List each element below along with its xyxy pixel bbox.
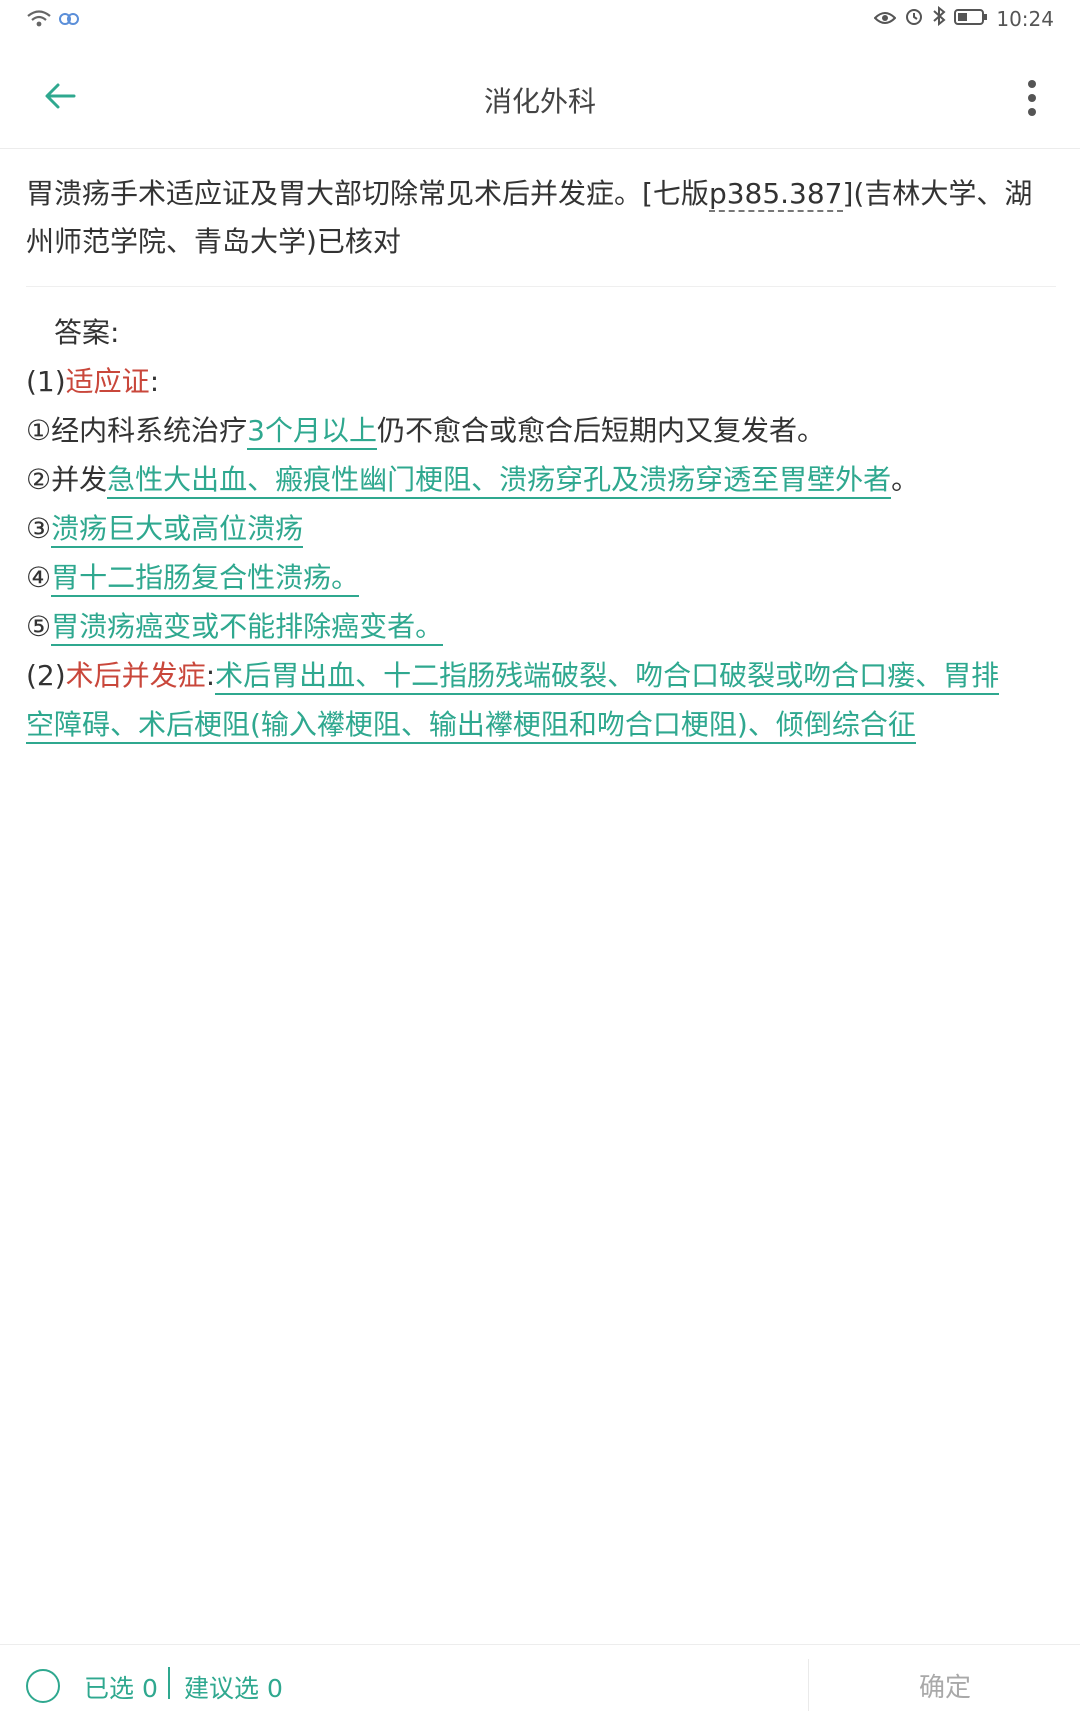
item-highlight: 急性大出血、瘢痕性幽门梗阻、溃疡穿孔及溃疡穿透至胃壁外者: [107, 463, 892, 499]
part2-highlight-line1: 术后胃出血、十二指肠残端破裂、吻合口破裂或吻合口瘘、胃排: [215, 659, 1000, 695]
part1-heading: (1)适应证:: [26, 357, 1060, 406]
divider: [26, 286, 1056, 287]
bottom-divider: [168, 1667, 170, 1699]
part2-prefix: (2): [26, 659, 66, 692]
part1-prefix: (1): [26, 365, 66, 398]
list-item: ③溃疡巨大或高位溃疡: [26, 504, 1060, 553]
item-number: ③: [26, 512, 52, 545]
status-time: 10:24: [996, 6, 1054, 31]
item-highlight: 胃溃疡癌变或不能排除癌变者。: [51, 610, 444, 646]
wifi-icon: [26, 8, 52, 32]
status-right: 10:24: [873, 5, 1054, 31]
part2-heading: (2)术后并发症:术后胃出血、十二指肠残端破裂、吻合口破裂或吻合口瘘、胃排: [26, 651, 1060, 700]
answer-label: 答案:: [54, 316, 120, 349]
question-reference[interactable]: p385.387: [708, 177, 843, 212]
part2-suffix: :: [205, 659, 216, 692]
selected-count: 已选 0: [84, 1674, 158, 1703]
bluetooth-icon: [932, 5, 946, 31]
bottom-bar: 已选 0 建议选 0 确定: [0, 1644, 1080, 1729]
status-bar: 10:24: [0, 0, 1080, 44]
battery-icon: [954, 7, 988, 31]
alarm-icon: [904, 6, 924, 31]
part1-suffix: :: [149, 365, 160, 398]
item-number: ④: [26, 561, 52, 594]
part2-title: 术后并发症: [65, 659, 206, 692]
eye-icon: [873, 7, 897, 31]
status-left: [26, 8, 80, 32]
item-number: ②: [26, 463, 52, 496]
item-highlight: 胃十二指肠复合性溃疡。: [51, 561, 360, 597]
app-bar: 消化外科: [0, 44, 1080, 149]
item-number: ①: [26, 414, 52, 447]
item-post: 仍不愈合或愈合后短期内又复发者。: [376, 414, 825, 447]
part2-highlight-line2: 空障碍、术后梗阻(输入襻梗阻、输出襻梗阻和吻合口梗阻)、倾倒综合征: [26, 708, 916, 744]
confirm-divider: [808, 1659, 809, 1711]
item-number: ⑤: [26, 610, 52, 643]
list-item: ②并发急性大出血、瘢痕性幽门梗阻、溃疡穿孔及溃疡穿透至胃壁外者。: [26, 455, 1060, 504]
question-text: 胃溃疡手术适应证及胃大部切除常见术后并发症。[七版p385.387](吉林大学、…: [26, 170, 1056, 266]
item-highlight: 溃疡巨大或高位溃疡: [51, 512, 304, 548]
part1-title: 适应证: [65, 365, 150, 398]
page-title: 消化外科: [483, 85, 596, 118]
list-item: ①经内科系统治疗3个月以上仍不愈合或愈合后短期内又复发者。: [26, 406, 1060, 455]
list-item: ⑤胃溃疡癌变或不能排除癌变者。: [26, 602, 1060, 651]
item-post: 。: [891, 463, 920, 496]
part2-continuation: 空障碍、术后梗阻(输入襻梗阻、输出襻梗阻和吻合口梗阻)、倾倒综合征: [26, 700, 1060, 749]
question-text-before: 胃溃疡手术适应证及胃大部切除常见术后并发症。[七版: [26, 177, 709, 210]
cloud-sync-icon: [58, 9, 80, 31]
confirm-button[interactable]: 确定: [850, 1667, 1040, 1704]
suggested-count: 建议选 0: [184, 1674, 283, 1703]
item-highlight: 3个月以上: [247, 414, 377, 450]
item-pre: 经内科系统治疗: [51, 414, 248, 447]
select-radio[interactable]: [26, 1669, 60, 1703]
item-pre: 并发: [51, 463, 108, 496]
more-vert-icon[interactable]: [1014, 76, 1050, 120]
list-item: ④胃十二指肠复合性溃疡。: [26, 553, 1060, 602]
answer-block: 答案: (1)适应证: ①经内科系统治疗3个月以上仍不愈合或愈合后短期内又复发者…: [26, 308, 1060, 749]
